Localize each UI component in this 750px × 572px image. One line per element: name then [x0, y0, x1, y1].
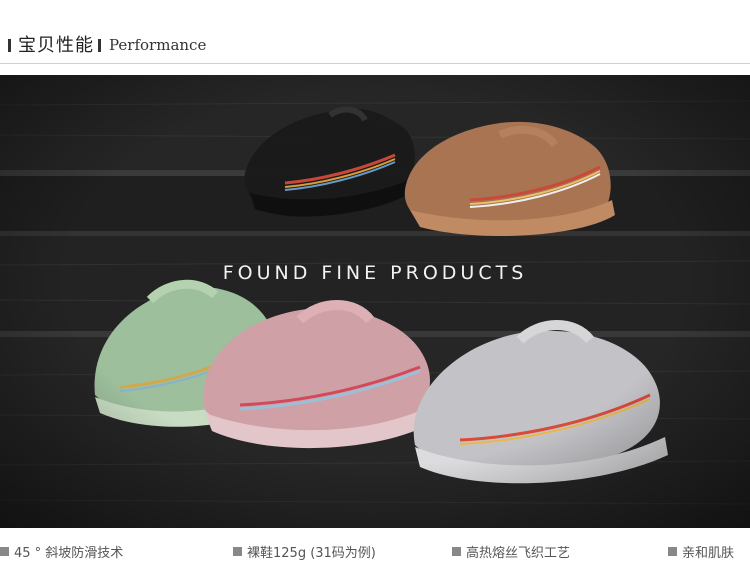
- feature-label: 高热熔丝飞织工艺: [466, 546, 571, 561]
- section-header: 宝贝性能 Performance: [0, 0, 750, 68]
- square-bullet-icon: [0, 547, 9, 556]
- feature-label: 45 ° 斜坡防滑技术: [14, 546, 124, 561]
- header-divider-bar: [98, 39, 101, 52]
- section-title-en: Performance: [109, 36, 207, 54]
- header-underline: [0, 63, 750, 64]
- square-bullet-icon: [668, 547, 677, 556]
- feature-item-skin: 亲和肌肤: [668, 542, 734, 561]
- product-photo: FOUND FINE PRODUCTS: [0, 75, 750, 528]
- feature-list: 45 ° 斜坡防滑技术 裸鞋125g (31码为例) 高热熔丝飞织工艺 亲和肌肤: [0, 536, 750, 566]
- feature-label: 裸鞋125g (31码为例): [247, 546, 376, 561]
- feature-item-weight: 裸鞋125g (31码为例): [233, 542, 376, 561]
- photo-caption: FOUND FINE PRODUCTS: [222, 262, 528, 284]
- header-divider-bar: [8, 39, 11, 52]
- section-title-cn: 宝贝性能: [18, 35, 94, 56]
- square-bullet-icon: [233, 547, 242, 556]
- feature-label: 亲和肌肤: [682, 546, 735, 561]
- feature-item-antislip: 45 ° 斜坡防滑技术: [0, 542, 123, 561]
- shoes-on-steps-image: [0, 75, 750, 528]
- square-bullet-icon: [452, 547, 461, 556]
- feature-item-knit: 高热熔丝飞织工艺: [452, 542, 570, 561]
